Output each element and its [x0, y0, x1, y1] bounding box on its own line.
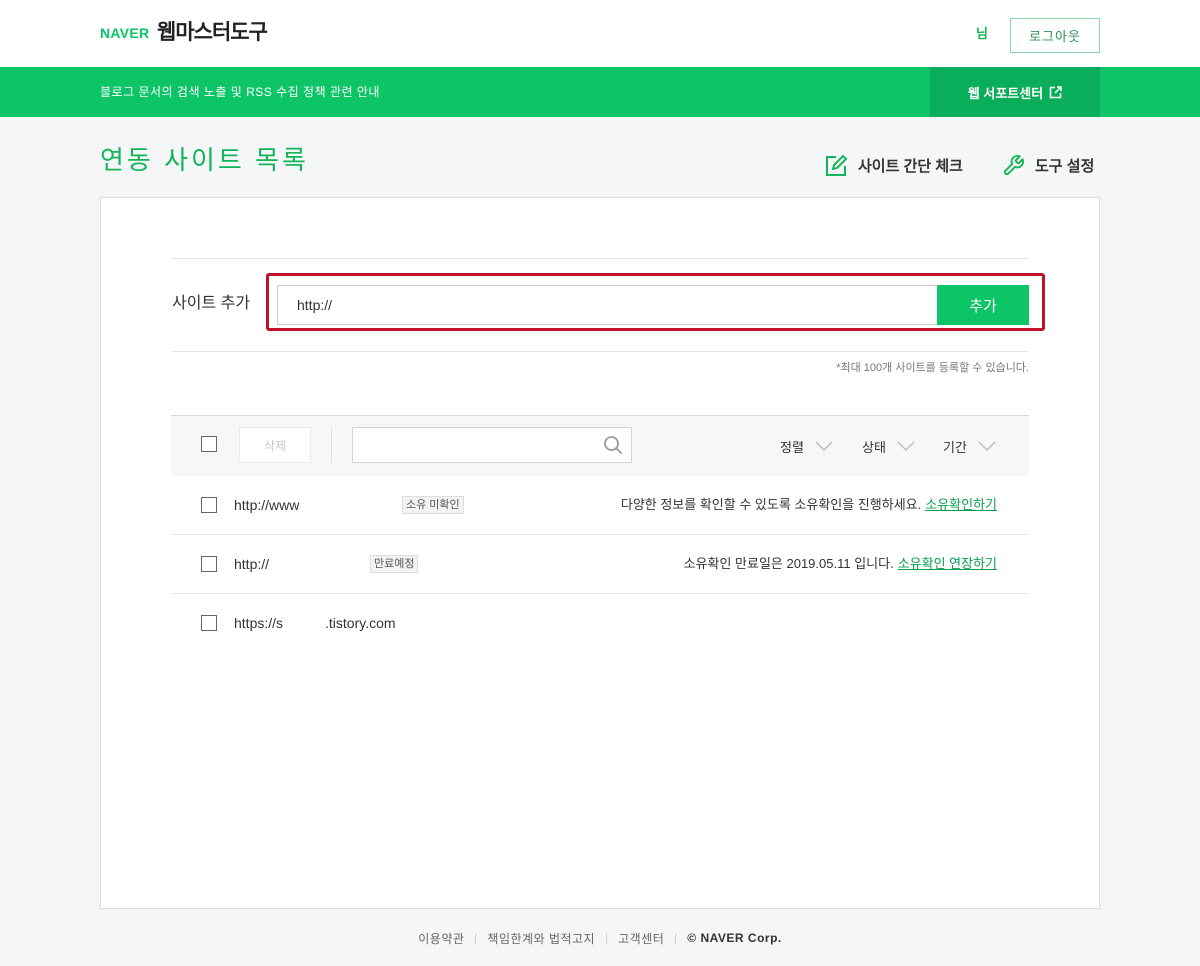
chevron-down-icon	[815, 441, 833, 451]
site-list: http://www 소유 미확인 다양한 정보를 확인할 수 있도록 소유확인…	[171, 476, 1029, 653]
notice-bar: 블로그 문서의 검색 노출 및 RSS 수집 정책 관련 안내 웹 서포트센터	[0, 67, 1200, 117]
period-dropdown[interactable]: 기간	[943, 416, 996, 476]
tool-settings-label: 도구 설정	[1035, 157, 1095, 175]
status-badge: 만료예정	[370, 555, 419, 573]
sort-dropdown-label: 정렬	[780, 439, 804, 455]
toolbar-divider	[331, 427, 332, 463]
footer-link-support[interactable]: 고객센터	[618, 930, 664, 947]
site-row: http://www 소유 미확인 다양한 정보를 확인할 수 있도록 소유확인…	[171, 476, 1029, 535]
chevron-down-icon	[978, 441, 996, 451]
page-title: 연동 사이트 목록	[100, 145, 309, 175]
chevron-down-icon	[897, 441, 915, 451]
site-search-box	[352, 427, 632, 463]
divider	[171, 258, 1029, 259]
status-dropdown-label: 상태	[862, 439, 886, 455]
support-center-button[interactable]: 웹 서포트센터	[930, 67, 1100, 117]
top-header: NAVER 웹마스터도구 님 로그아웃	[0, 0, 1200, 67]
period-dropdown-label: 기간	[943, 439, 967, 455]
site-limit-note: *최대 100개 사이트를 등록할 수 있습니다.	[836, 362, 1029, 374]
user-name: 님	[976, 26, 988, 41]
search-icon[interactable]	[603, 435, 623, 455]
footer-separator	[675, 932, 677, 944]
status-badge: 소유 미확인	[402, 496, 464, 514]
external-link-icon	[1049, 85, 1062, 99]
site-row: https://s .tistory.com	[171, 594, 1029, 653]
add-site-label: 사이트 추가	[172, 295, 251, 312]
policy-notice-link[interactable]: 블로그 문서의 검색 노출 및 RSS 수집 정책 관련 안내	[100, 67, 380, 117]
add-site-button[interactable]: 추가	[937, 285, 1029, 325]
divider	[171, 351, 1029, 352]
sort-dropdown[interactable]: 정렬	[780, 416, 833, 476]
verify-ownership-link[interactable]: 소유확인하기	[925, 497, 997, 512]
copyright: © NAVER Corp.	[687, 931, 782, 945]
footer-link-legal[interactable]: 책임한계와 법적고지	[487, 930, 595, 947]
logout-button[interactable]: 로그아웃	[1010, 18, 1100, 53]
edit-box-icon	[825, 154, 848, 177]
support-center-label: 웹 서포트센터	[967, 85, 1044, 101]
wrench-icon	[1002, 154, 1025, 177]
site-row-checkbox[interactable]	[201, 497, 217, 513]
delete-button[interactable]: 삭제	[239, 427, 311, 463]
site-url-input[interactable]	[277, 285, 938, 325]
site-status-message: 다양한 정보를 확인할 수 있도록 소유확인을 진행하세요. 소유확인하기	[621, 476, 997, 534]
status-dropdown[interactable]: 상태	[862, 416, 915, 476]
status-message-text: 다양한 정보를 확인할 수 있도록 소유확인을 진행하세요.	[620, 497, 922, 512]
footer: 이용약관 책임한계와 법적고지 고객센터 © NAVER Corp.	[0, 929, 1200, 947]
tool-settings-button[interactable]: 도구 설정	[1002, 152, 1094, 178]
site-quick-check-label: 사이트 간단 체크	[858, 157, 963, 175]
site-status-message: 소유확인 만료일은 2019.05.11 입니다. 소유확인 연장하기	[684, 535, 997, 593]
site-search-input[interactable]	[353, 428, 593, 462]
list-toolbar: 삭제 정렬 상태 기간	[171, 415, 1029, 476]
site-url[interactable]: http://www	[234, 476, 299, 534]
footer-separator	[606, 932, 608, 944]
site-url-suffix[interactable]: .tistory.com	[325, 594, 396, 652]
extend-ownership-link[interactable]: 소유확인 연장하기	[898, 556, 997, 571]
site-url[interactable]: https://s	[234, 594, 283, 652]
service-title: 웹마스터도구	[157, 21, 268, 44]
naver-webmaster-logo[interactable]: NAVER 웹마스터도구	[100, 18, 280, 50]
status-message-text: 소유확인 만료일은 2019.05.11 입니다.	[683, 556, 894, 571]
naver-logo-text: NAVER	[100, 25, 150, 41]
select-all-checkbox[interactable]	[201, 436, 217, 452]
footer-separator	[475, 932, 477, 944]
site-row-checkbox[interactable]	[201, 556, 217, 572]
site-row-checkbox[interactable]	[201, 615, 217, 631]
site-quick-check-button[interactable]: 사이트 간단 체크	[825, 152, 963, 178]
footer-link-terms[interactable]: 이용약관	[418, 930, 464, 947]
site-list-panel: 사이트 추가 추가 *최대 100개 사이트를 등록할 수 있습니다. 삭제 정…	[100, 197, 1100, 909]
site-url[interactable]: http://	[234, 535, 269, 593]
site-row: http:// 만료예정 소유확인 만료일은 2019.05.11 입니다. 소유…	[171, 535, 1029, 594]
